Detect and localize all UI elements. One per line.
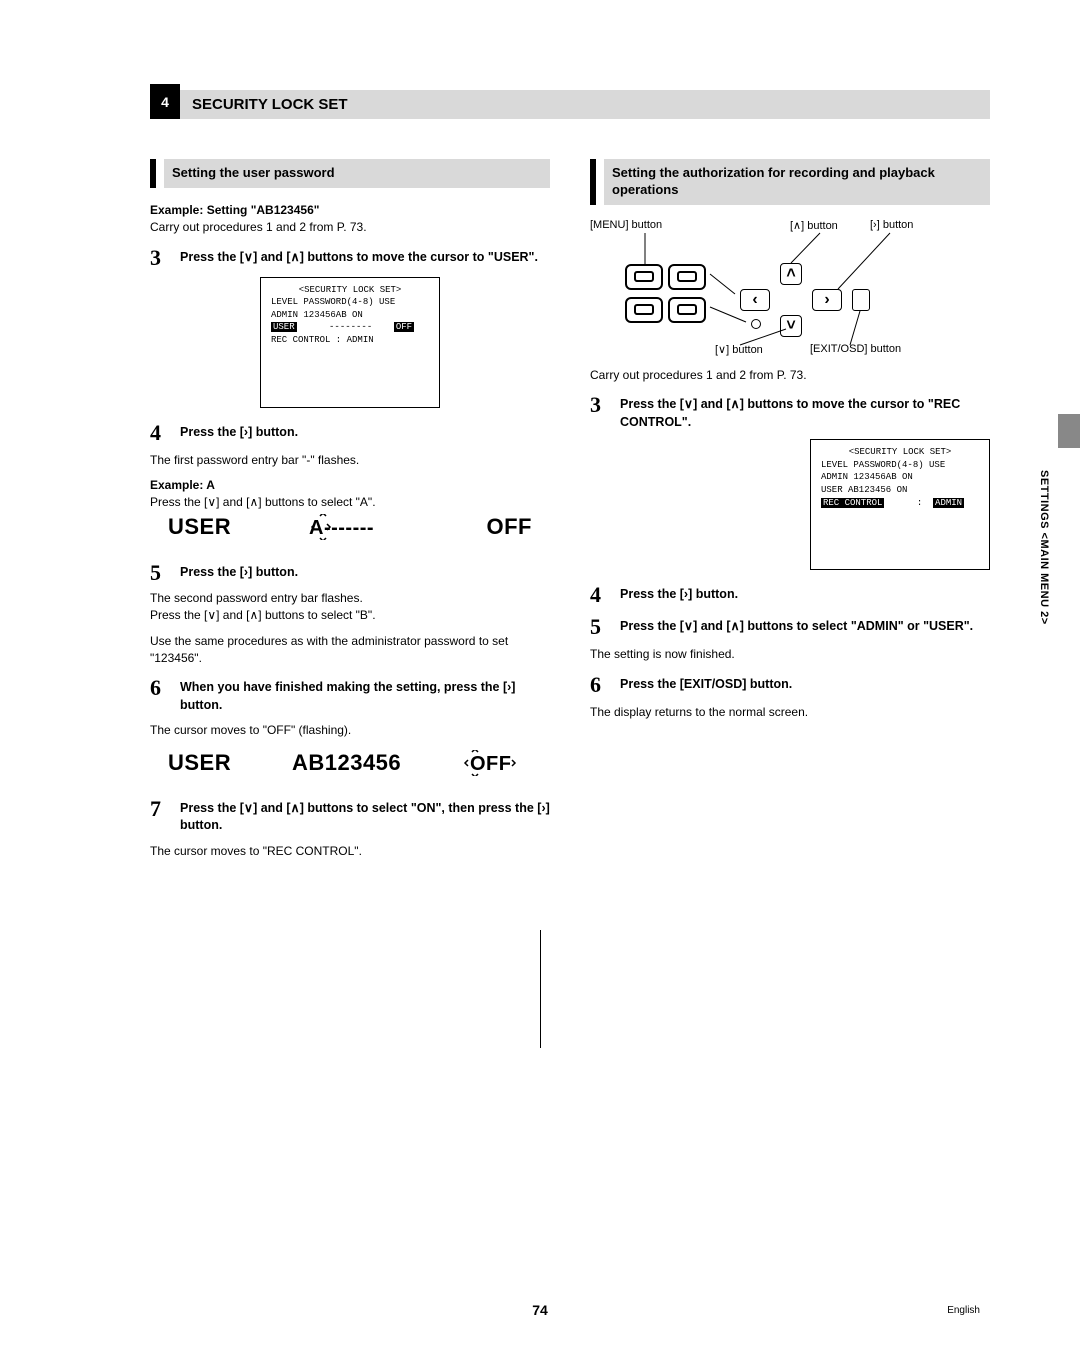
disp-cell-active: OFF — [462, 750, 532, 776]
disp-cell-active: A------- — [309, 514, 409, 540]
title-bar: 4 SECURITY LOCK SET — [150, 90, 990, 119]
display-row-1: USER A------- OFF — [150, 512, 550, 552]
step-number: 4 — [590, 584, 608, 606]
step-number: 4 — [150, 422, 168, 444]
intro-text: Carry out procedures 1 and 2 from P. 73. — [590, 367, 990, 384]
step-7: 7 Press the [∨] and [∧] buttons to selec… — [150, 798, 550, 835]
osd-cell: -------- — [329, 322, 372, 332]
example-a-body: Press the [∨] and [∧] buttons to select … — [150, 494, 550, 511]
step-text: Press the [∨] and [∧] buttons to select … — [180, 798, 550, 835]
button-diagram: [MENU] button [∧] button [›] button [∨] … — [590, 219, 990, 359]
osd-cell: : — [917, 498, 922, 508]
osd-row: USER AB123456 ON — [821, 484, 979, 497]
osd-display-2: <SECURITY LOCK SET> LEVEL PASSWORD(4-8) … — [810, 439, 990, 570]
step-4: 4 Press the [›] button. — [150, 422, 550, 444]
svg-text:OFF: OFF — [470, 753, 512, 775]
step-text: Press the [›] button. — [620, 584, 738, 606]
example-a-label: Example: A — [150, 477, 550, 494]
section-header-left: Setting the user password — [150, 159, 550, 188]
svg-text:A-------: A------- — [309, 517, 374, 539]
step-number: 7 — [150, 798, 168, 835]
disp-cell: USER — [168, 750, 231, 776]
osd-cell: ADMIN — [933, 498, 964, 508]
osd-display-1: <SECURITY LOCK SET> LEVEL PASSWORD(4-8) … — [260, 277, 440, 408]
step-body: The cursor moves to "OFF" (flashing). — [150, 722, 550, 739]
disp-cell: AB123456 — [292, 750, 401, 776]
osd-row: ADMIN 123456AB ON — [271, 309, 429, 322]
osd-row: ADMIN 123456AB ON — [821, 471, 979, 484]
display-row-2: USER AB123456 OFF — [150, 748, 550, 788]
step-body: The setting is now finished. — [590, 646, 990, 663]
title-text: SECURITY LOCK SET — [180, 90, 990, 119]
disp-cell: OFF — [487, 514, 533, 540]
accent-bar — [590, 159, 596, 205]
section-header-right: Setting the authorization for recording … — [590, 159, 990, 205]
step-3: 3 Press the [∨] and [∧] buttons to move … — [590, 394, 990, 431]
step-5: 5 Press the [∨] and [∧] buttons to selec… — [590, 616, 990, 638]
title-number: 4 — [150, 84, 180, 119]
step-text: Press the [›] button. — [180, 422, 298, 444]
osd-cell: USER — [271, 322, 297, 332]
disp-cell: USER — [168, 514, 231, 540]
step-text: Press the [›] button. — [180, 562, 298, 584]
osd-row: LEVEL PASSWORD(4-8) USE — [821, 459, 979, 472]
step-body: The first password entry bar "-" flashes… — [150, 452, 550, 469]
osd-row: LEVEL PASSWORD(4-8) USE — [271, 296, 429, 309]
step-text: Press the [∨] and [∧] buttons to move th… — [620, 394, 990, 431]
step-number: 3 — [590, 394, 608, 431]
step-number: 3 — [150, 247, 168, 269]
step-body: The display returns to the normal screen… — [590, 704, 990, 721]
step-6: 6 Press the [EXIT/OSD] button. — [590, 674, 990, 696]
leader-lines — [590, 219, 990, 359]
step-5: 5 Press the [›] button. — [150, 562, 550, 584]
step-3: 3 Press the [∨] and [∧] buttons to move … — [150, 247, 550, 269]
section-header-label: Setting the authorization for recording … — [604, 159, 990, 205]
side-label: SETTINGS <MAIN MENU 2> — [1038, 470, 1050, 625]
step-number: 5 — [150, 562, 168, 584]
step-text: Press the [EXIT/OSD] button. — [620, 674, 792, 696]
osd-cell: OFF — [394, 322, 414, 332]
step-text: Press the [∨] and [∧] buttons to select … — [620, 616, 973, 638]
section-header-label: Setting the user password — [164, 159, 550, 188]
left-column: Setting the user password Example: Setti… — [150, 159, 550, 868]
page-number: 74 — [0, 1302, 1080, 1318]
osd-title: <SECURITY LOCK SET> — [271, 284, 429, 297]
intro-text: Carry out procedures 1 and 2 from P. 73. — [150, 219, 550, 236]
example-label: Example: Setting "AB123456" — [150, 202, 550, 219]
step-number: 5 — [590, 616, 608, 638]
language-label: English — [947, 1305, 980, 1316]
osd-row-highlight: USER -------- OFF — [271, 321, 429, 334]
osd-row-highlight: REC CONTROL : ADMIN — [821, 497, 979, 510]
step-4: 4 Press the [›] button. — [590, 584, 990, 606]
step-body: Use the same procedures as with the admi… — [150, 633, 550, 668]
osd-title: <SECURITY LOCK SET> — [821, 446, 979, 459]
step-body: Press the [∨] and [∧] buttons to select … — [150, 607, 550, 624]
osd-row: REC CONTROL : ADMIN — [271, 334, 429, 347]
step-text: Press the [∨] and [∧] buttons to move th… — [180, 247, 538, 269]
step-body: The second password entry bar flashes. — [150, 590, 550, 607]
step-number: 6 — [150, 677, 168, 714]
column-divider — [540, 930, 541, 1048]
step-number: 6 — [590, 674, 608, 696]
step-body: The cursor moves to "REC CONTROL". — [150, 843, 550, 860]
accent-bar — [150, 159, 156, 188]
step-6: 6 When you have finished making the sett… — [150, 677, 550, 714]
side-tab — [1058, 414, 1080, 448]
step-text: When you have finished making the settin… — [180, 677, 550, 714]
right-column: Setting the authorization for recording … — [590, 159, 990, 868]
osd-cell: REC CONTROL — [821, 498, 884, 508]
